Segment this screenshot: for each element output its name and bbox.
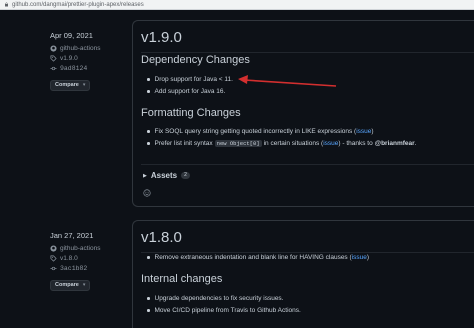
author-name: github-actions: [60, 44, 101, 52]
release-tag[interactable]: v1.9.0: [50, 53, 125, 63]
release-commit[interactable]: 9ad8124: [50, 63, 125, 73]
inline-code: new Object[0]: [214, 140, 262, 147]
commit-sha: 9ad8124: [60, 64, 88, 72]
bullet: [147, 309, 150, 312]
list-item-text: Add support for Java 16.: [154, 88, 226, 95]
list-item-text: ): [371, 128, 374, 135]
tag-label: v1.8.0: [60, 254, 78, 262]
section-heading-formatting: Formatting Changes: [141, 107, 241, 119]
add-reaction-smiley-icon[interactable]: [143, 189, 151, 197]
release-sidebar-v190: Apr 09, 2021 github-actions v1.9.0 9ad81…: [50, 31, 125, 91]
release-title[interactable]: v1.8.0: [141, 229, 182, 246]
release-date: Jan 27, 2021: [50, 231, 94, 240]
release-author[interactable]: github-actions: [50, 43, 125, 53]
tag-icon: [50, 255, 57, 262]
list-item-text: .: [414, 140, 417, 147]
divider: [141, 164, 474, 165]
list-item: Upgrade dependencies to fix security iss…: [147, 295, 284, 302]
bullet: [147, 142, 150, 145]
bullet: [147, 297, 150, 300]
compare-button[interactable]: Compare ▾: [50, 79, 91, 91]
divider: [141, 252, 474, 253]
chevron-down-icon: ▾: [82, 282, 86, 288]
release-title[interactable]: v1.9.0: [141, 29, 182, 46]
assets-label: Assets: [150, 171, 178, 180]
release-sidebar-v180: Jan 27, 2021 github-actions v1.8.0 3ac1b…: [50, 231, 125, 291]
assets-toggle[interactable]: ▶ Assets 2: [143, 171, 190, 180]
release-card-v180: v1.8.0 Remove extraneous indentation and…: [132, 220, 474, 328]
issue-link[interactable]: issue: [352, 254, 367, 261]
tag-icon: [50, 55, 57, 62]
release-commit[interactable]: 3ac1b82: [50, 263, 125, 273]
release-card-v190: v1.9.0 Dependency Changes Drop support f…: [132, 20, 474, 207]
list-item-text: Fix SOQL query string getting quoted inc…: [154, 128, 357, 135]
author-name: github-actions: [60, 244, 101, 252]
compare-label: Compare: [55, 82, 79, 88]
assets-count-badge: 2: [181, 172, 190, 179]
release-date: Apr 09, 2021: [50, 31, 93, 40]
commit-sha: 3ac1b82: [60, 264, 88, 272]
section-heading-internal: Internal changes: [141, 273, 223, 285]
chevron-down-icon: ▾: [82, 82, 86, 88]
compare-button[interactable]: Compare ▾: [50, 279, 91, 291]
list-item: Add support for Java 16.: [147, 88, 225, 95]
github-octocat-icon: [50, 44, 57, 52]
bullet: [147, 90, 150, 93]
list-item-text: Drop support for Java < 11.: [154, 76, 233, 83]
list-item: Move CI/CD pipeline from Travis to Githu…: [147, 307, 301, 314]
list-item: Remove extraneous indentation and blank …: [147, 254, 369, 261]
compare-label: Compare: [55, 282, 79, 288]
bullet: [147, 78, 150, 81]
github-octocat-icon: [50, 244, 57, 252]
list-item: Fix SOQL query string getting quoted inc…: [147, 128, 374, 135]
list-item-text: ) - thanks to: [338, 140, 373, 147]
commit-icon: [50, 266, 57, 270]
user-mention-link[interactable]: @brianmfear: [375, 140, 415, 147]
issue-link[interactable]: issue: [356, 128, 371, 135]
list-item-text: in certain situations (: [263, 140, 324, 147]
list-item-text: Move CI/CD pipeline from Travis to Githu…: [154, 307, 301, 314]
bullet: [147, 130, 150, 133]
list-item-text: Remove extraneous indentation and blank …: [154, 254, 352, 261]
list-item-text: Upgrade dependencies to fix security iss…: [154, 295, 284, 302]
release-author[interactable]: github-actions: [50, 243, 125, 253]
lock-icon: [5, 2, 8, 7]
browser-url-bar[interactable]: github.com/dangmai/prettier-plugin-apex/…: [0, 0, 474, 10]
url-text: github.com/dangmai/prettier-plugin-apex/…: [12, 1, 144, 8]
list-item-text: Prefer list init syntax: [154, 140, 213, 147]
divider: [141, 52, 474, 53]
tag-label: v1.9.0: [60, 54, 78, 62]
triangle-right-icon: ▶: [143, 172, 147, 179]
section-heading-dependency: Dependency Changes: [141, 54, 250, 66]
list-item: Drop support for Java < 11.: [147, 76, 233, 83]
bullet: [147, 256, 150, 259]
commit-icon: [50, 66, 57, 70]
release-tag[interactable]: v1.8.0: [50, 253, 125, 263]
list-item-text: ): [366, 254, 370, 261]
issue-link[interactable]: issue: [323, 140, 338, 147]
list-item: Prefer list init syntax new Object[0] in…: [147, 140, 416, 147]
